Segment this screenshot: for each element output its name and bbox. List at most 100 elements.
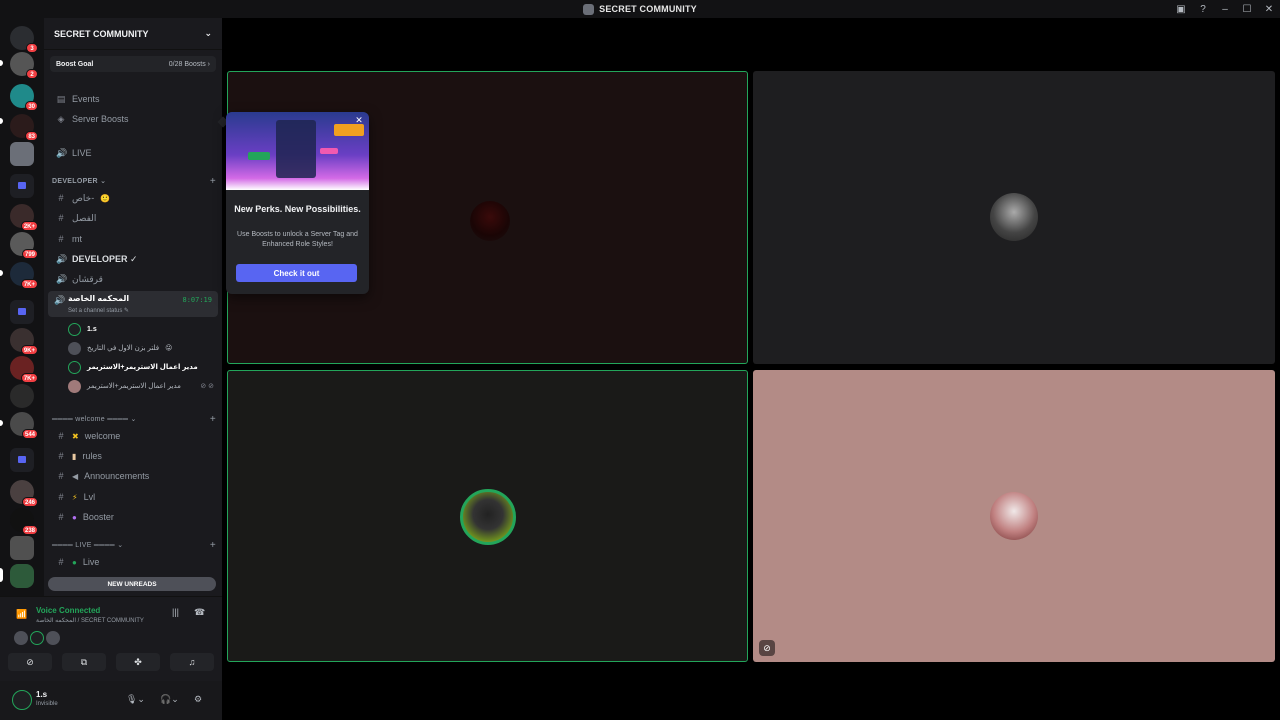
server-badge: 238 [21, 525, 38, 535]
category-developer[interactable]: DEVELOPER ⌄ + [52, 175, 216, 187]
server-folder-icon[interactable] [10, 300, 34, 324]
voice-member[interactable]: مدير اعمال الاستريمر+الاستريمر [68, 358, 214, 376]
server-header[interactable]: SECRET COMMUNITY ⌄ [44, 18, 222, 50]
category-live[interactable]: ════ LIVE ════ ⌄ + [52, 539, 216, 551]
check-it-out-button[interactable]: Check it out [236, 264, 357, 282]
server-icon[interactable]: 2K+ [10, 204, 38, 231]
channel-lvl[interactable]: # ⚡ Lvl [50, 488, 216, 506]
new-unreads-button[interactable]: NEW UNREADS [48, 577, 216, 591]
unread-pill [0, 420, 3, 426]
server-badge: 2 [26, 69, 38, 79]
voice-channel-qarqashan[interactable]: 🔊 قرقشان [50, 270, 216, 288]
close-window-button[interactable]: ✕ [1258, 0, 1280, 18]
speaker-icon: 🔊 [56, 147, 68, 158]
signal-icon[interactable]: 📶 [16, 609, 27, 620]
camera-off-icon[interactable]: ⊘ [8, 653, 52, 671]
hashtag-icon: # [58, 193, 64, 203]
lightning-emoji-icon: ⚡ [72, 492, 78, 502]
boost-perks-popup: ✕ New Perks. New Possibilities. Use Boos… [226, 112, 369, 294]
server-badge: 544 [21, 429, 38, 439]
server-icon[interactable]: 30 [10, 84, 38, 111]
disconnect-icon[interactable]: ☎ [194, 607, 205, 618]
inbox-icon[interactable]: ▣ [1170, 0, 1192, 18]
video-tile[interactable]: ⊘ [753, 370, 1275, 662]
active-voice-channel[interactable]: 🔊 المحكمه الخاصة Set a channel status ✎ … [48, 291, 218, 317]
server-icon[interactable] [10, 536, 34, 560]
channel-fasl[interactable]: # الفصل [50, 209, 216, 227]
home-button[interactable]: 3 [10, 26, 38, 53]
add-channel-icon[interactable]: + [210, 176, 216, 187]
voice-channel-live[interactable]: 🔊 LIVE [50, 144, 216, 162]
sidebar-item-label: Events [72, 94, 100, 104]
add-channel-icon[interactable]: + [210, 414, 216, 425]
voice-location[interactable]: المحكمه الخاصة / SECRET COMMUNITY [36, 617, 144, 624]
banner-tag-graphic [320, 148, 338, 154]
headphones-icon[interactable]: 🎧⌄ [160, 694, 179, 705]
server-icon[interactable]: 799 [10, 232, 38, 259]
avatar [68, 322, 81, 336]
user-name: 1.s [36, 690, 48, 699]
boost-gem-icon: ◈ [57, 113, 65, 124]
maximize-button[interactable]: ☐ [1236, 0, 1258, 18]
channel-booster[interactable]: # ● Booster [50, 508, 216, 526]
server-icon[interactable] [10, 384, 34, 408]
settings-gear-icon[interactable]: ⚙ [194, 694, 202, 705]
server-icon[interactable]: 7K+ [10, 262, 38, 289]
server-icon[interactable]: 246 [10, 480, 38, 507]
voice-channel-name: المحكمه الخاصة [68, 294, 130, 303]
server-badge: 83 [25, 131, 38, 141]
sparkle-emoji-icon: ✖ [72, 431, 79, 441]
user-avatar[interactable] [12, 690, 32, 710]
member-name: مدير اعمال الاستريمر+الاستريمر [87, 383, 181, 390]
channel-mt[interactable]: # mt [50, 230, 216, 248]
close-icon[interactable]: ✕ [354, 115, 364, 125]
server-icon[interactable]: 7K+ [10, 356, 38, 383]
voice-member[interactable]: 1.s [68, 320, 214, 338]
boost-goal-bar[interactable]: Boost Goal 0/28 Boosts › [50, 56, 216, 72]
server-icon[interactable]: 2 [10, 52, 38, 79]
unread-pill [0, 60, 3, 66]
category-label: ════ LIVE ════ [52, 542, 115, 549]
sidebar-item-events[interactable]: ▤ Events [50, 90, 216, 108]
screen-share-icon[interactable]: ⧉ [62, 653, 106, 671]
server-icon[interactable] [10, 142, 34, 166]
home-badge: 3 [26, 43, 38, 53]
server-icon[interactable]: 544 [10, 412, 38, 439]
server-icon[interactable]: 83 [10, 114, 38, 141]
server-icon[interactable]: 238 [10, 508, 38, 535]
category-welcome[interactable]: ════ welcome ════ ⌄ + [52, 413, 216, 425]
sidebar-item-server-boosts[interactable]: ◈ Server Boosts [50, 110, 216, 128]
voice-timer: 8:07:19 [182, 296, 212, 304]
voice-member[interactable]: فلتر بزن الاول في التاريخ 😜 [68, 339, 214, 357]
server-icon[interactable]: 9K+ [10, 328, 38, 355]
muted-deafened-icon: ⊘ ⊘ [200, 383, 214, 390]
channel-rules[interactable]: # ▮ rules [50, 447, 216, 465]
avatar [46, 631, 60, 645]
smile-emoji-icon: 🙂 [100, 193, 111, 203]
channel-label: rules [82, 451, 102, 461]
voice-member[interactable]: مدير اعمال الاستريمر+الاستريمر ⊘ ⊘ [68, 377, 214, 395]
microphone-icon[interactable]: 🎙⌄ [126, 694, 145, 705]
voice-channel-developer[interactable]: 🔊 DEVELOPER ✓ [50, 250, 216, 268]
soundboard-icon[interactable]: ♫ [170, 653, 214, 671]
video-tile[interactable] [753, 71, 1275, 364]
channel-khas[interactable]: # خاص- 🙂 [50, 189, 216, 207]
server-folder-icon[interactable] [10, 448, 34, 472]
activities-icon[interactable]: ✤ [116, 653, 160, 671]
minimize-button[interactable]: – [1214, 0, 1236, 18]
help-icon[interactable]: ? [1192, 0, 1214, 18]
add-channel-icon[interactable]: + [210, 540, 216, 551]
channel-live[interactable]: # ● Live [50, 553, 216, 571]
channel-welcome[interactable]: # ✖ welcome [50, 427, 216, 445]
video-tile[interactable] [227, 370, 748, 662]
window-title: SECRET COMMUNITY [583, 3, 697, 15]
noise-suppression-icon[interactable]: ||| [172, 607, 179, 617]
deafened-icon: ⊘ [759, 640, 775, 656]
server-folder-icon[interactable] [10, 174, 34, 198]
server-badge: 246 [21, 497, 38, 507]
sidebar-item-label: Server Boosts [72, 114, 129, 124]
channel-announcements[interactable]: # ◀ Announcements [50, 467, 216, 485]
set-channel-status[interactable]: Set a channel status ✎ [68, 307, 129, 314]
server-icon-active[interactable] [10, 564, 34, 588]
hashtag-icon: # [58, 471, 64, 481]
